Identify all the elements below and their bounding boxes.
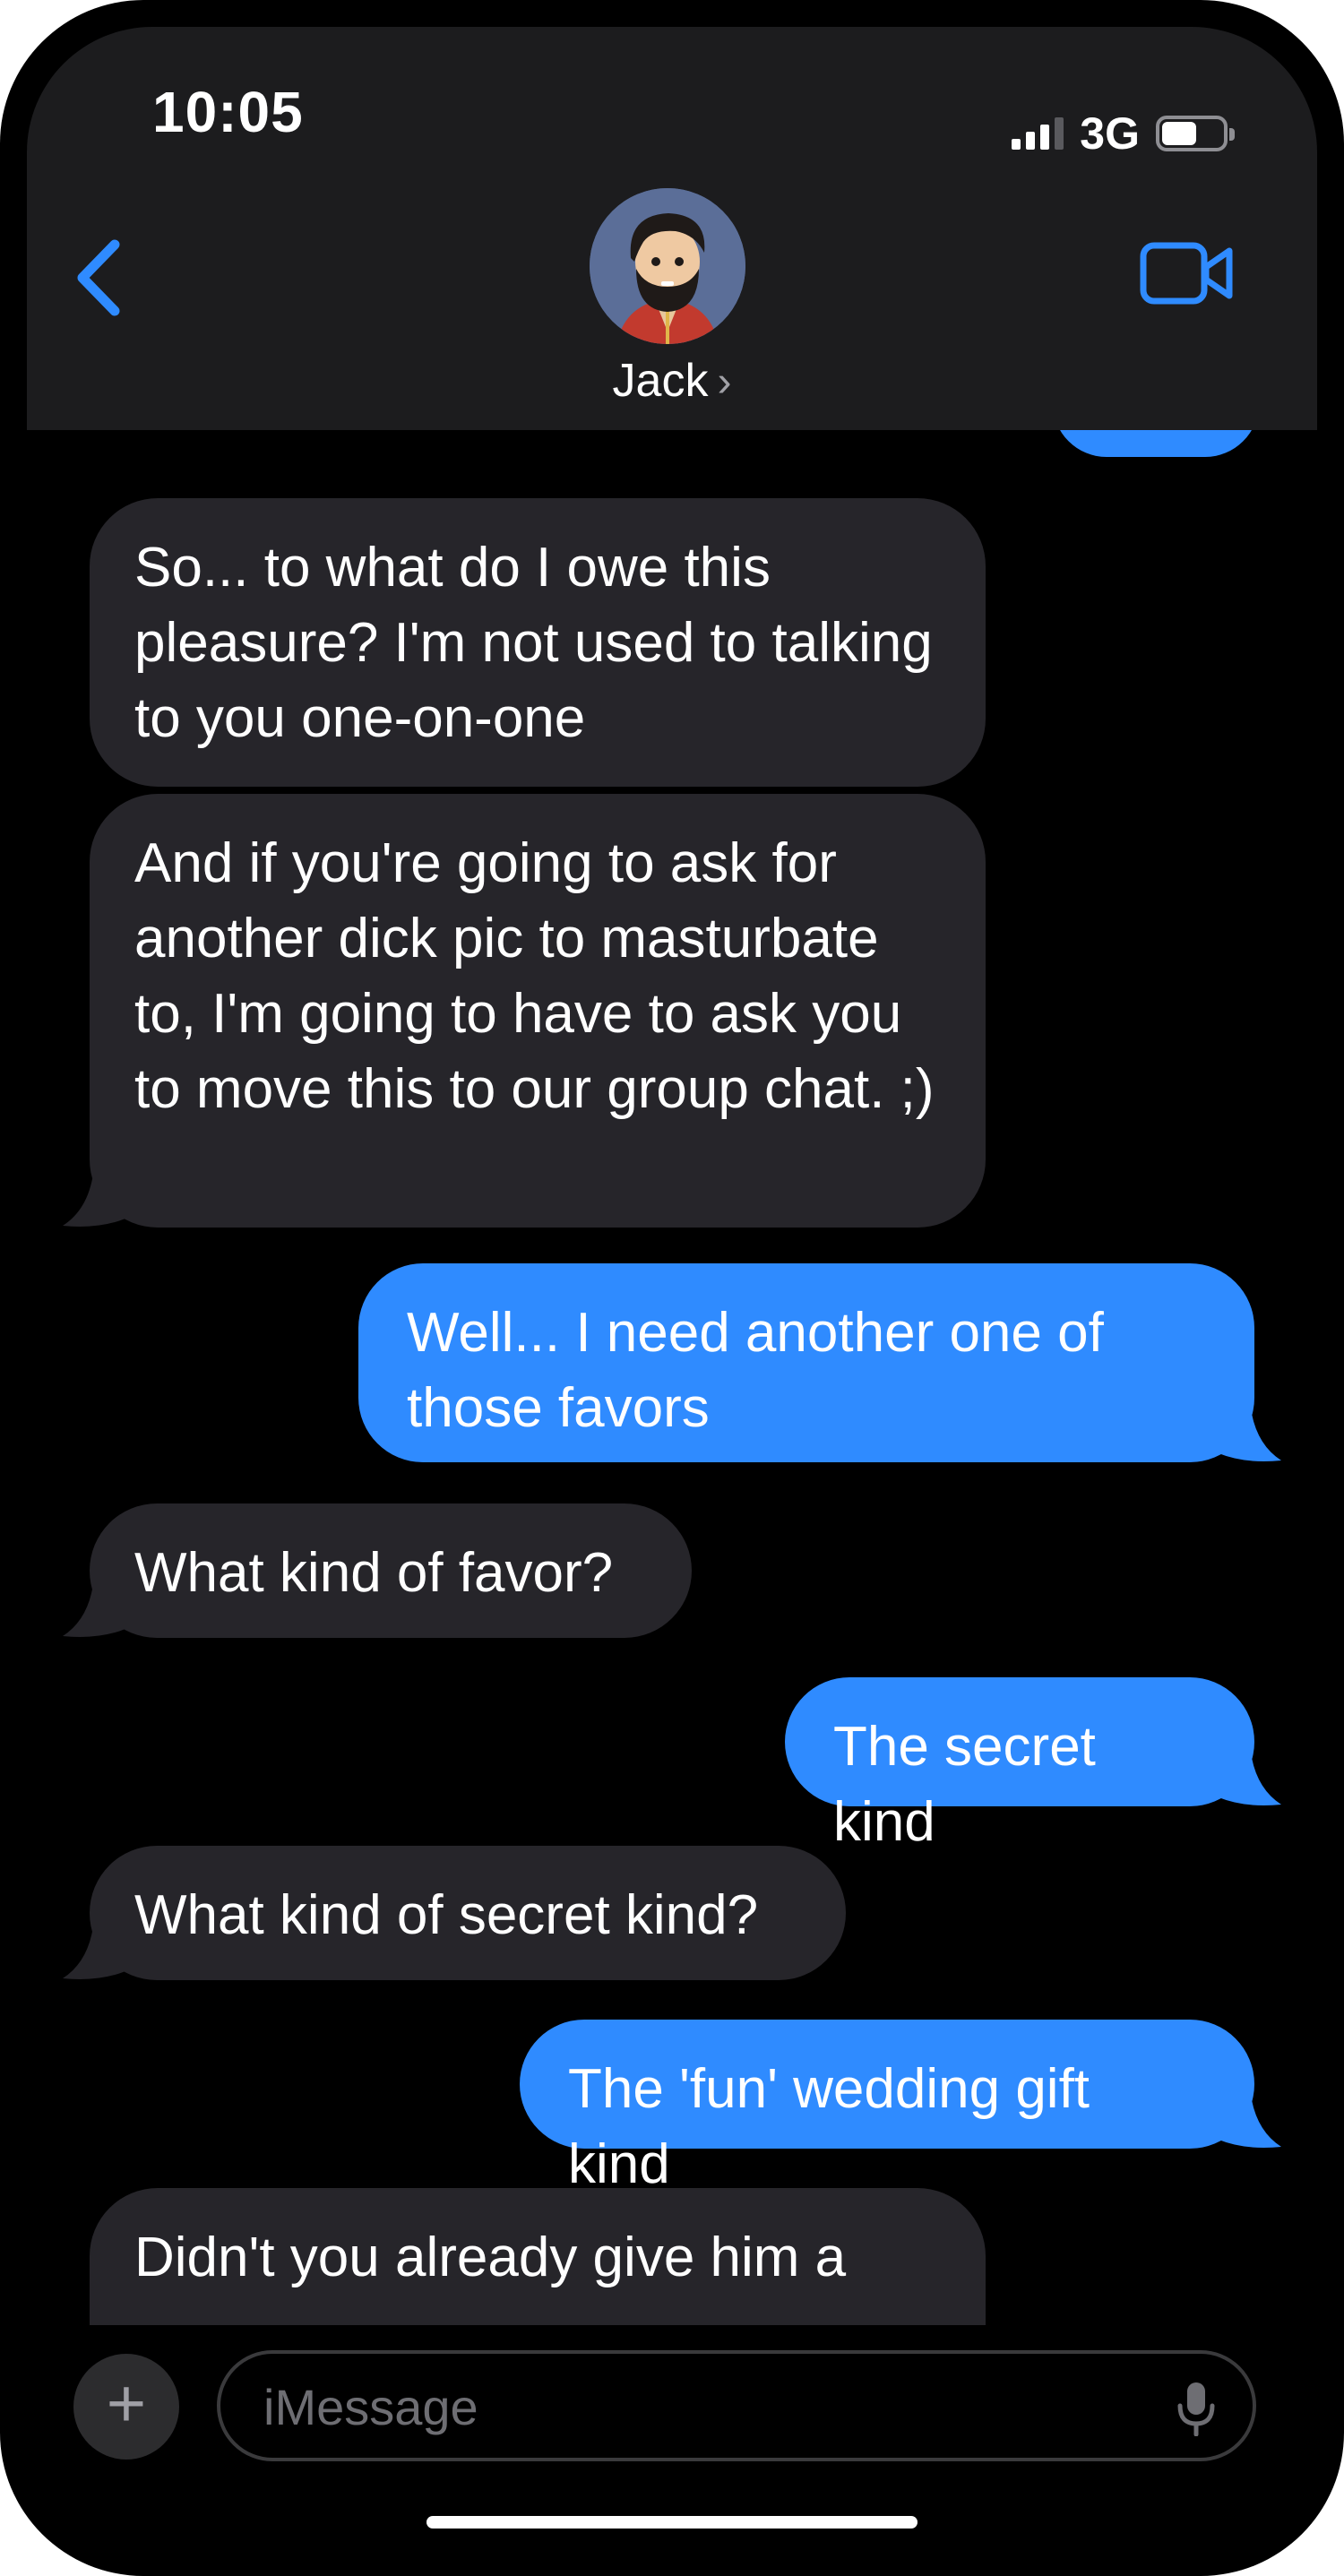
bubble-tail <box>1219 2095 1281 2148</box>
battery-icon <box>1156 116 1235 151</box>
facetime-video-icon[interactable] <box>1138 233 1236 314</box>
message-text: The secret kind <box>833 1716 1096 1853</box>
contact-avatar[interactable] <box>590 188 745 344</box>
message-text: What kind of secret kind? <box>134 1884 759 1946</box>
message-thread[interactable]: So... to what do I owe this pleasure? I'… <box>27 430 1317 2325</box>
incoming-message-bubble[interactable]: What kind of favor? <box>63 1503 692 1638</box>
phone-frame: 10:05 3G Jack › So... to what do I owe t… <box>0 0 1344 2576</box>
cellular-signal-icon <box>1012 117 1064 150</box>
outgoing-message-bubble[interactable]: The 'fun' wedding gift kind <box>520 2020 1281 2195</box>
message-text: What kind of favor? <box>134 1542 614 1604</box>
status-icons: 3G <box>1012 108 1235 159</box>
status-time: 10:05 <box>152 80 304 144</box>
bubble-tail <box>63 1584 125 1637</box>
conversation-header: 10:05 3G Jack › <box>27 27 1317 430</box>
home-indicator[interactable] <box>426 2516 918 2529</box>
network-type: 3G <box>1080 108 1140 159</box>
contact-name-button[interactable]: Jack › <box>27 354 1317 408</box>
message-text: So... to what do I owe this pleasure? I'… <box>134 537 933 749</box>
outgoing-message-bubble[interactable]: The secret kind <box>785 1677 1281 1853</box>
contact-name: Jack <box>612 355 709 407</box>
bubble-tail <box>1219 1753 1281 1805</box>
chevron-right-icon: › <box>717 358 732 406</box>
message-text: And if you're going to ask for another d… <box>134 832 935 1120</box>
bubble-tail <box>63 1926 125 1979</box>
screen: 10:05 3G Jack › So... to what do I owe t… <box>27 27 1317 2549</box>
message-text: Well... I need another one of those favo… <box>407 1302 1104 1439</box>
bearded-man-avatar-icon <box>590 188 745 344</box>
message-text: The 'fun' wedding gift kind <box>568 2058 1090 2195</box>
incoming-message-bubble[interactable]: Didn't you already give him a <box>90 2188 986 2325</box>
incoming-message-bubble[interactable]: So... to what do I owe this pleasure? I'… <box>90 498 986 787</box>
outgoing-message-bubble[interactable]: Well... I need another one of those favo… <box>358 1263 1281 1462</box>
back-chevron-icon[interactable] <box>63 228 134 327</box>
message-input-container[interactable] <box>217 2350 1256 2461</box>
message-text: Didn't you already give him a <box>134 2227 847 2288</box>
incoming-message-bubble[interactable]: And if you're going to ask for another d… <box>63 794 986 1228</box>
plus-icon[interactable]: + <box>73 2354 179 2460</box>
microphone-icon[interactable] <box>1176 2381 1217 2436</box>
bubble-tail <box>1219 1409 1281 1461</box>
bubble-tail <box>63 1174 125 1227</box>
incoming-message-bubble[interactable]: What kind of secret kind? <box>63 1846 846 1980</box>
message-input[interactable] <box>262 2354 1161 2460</box>
